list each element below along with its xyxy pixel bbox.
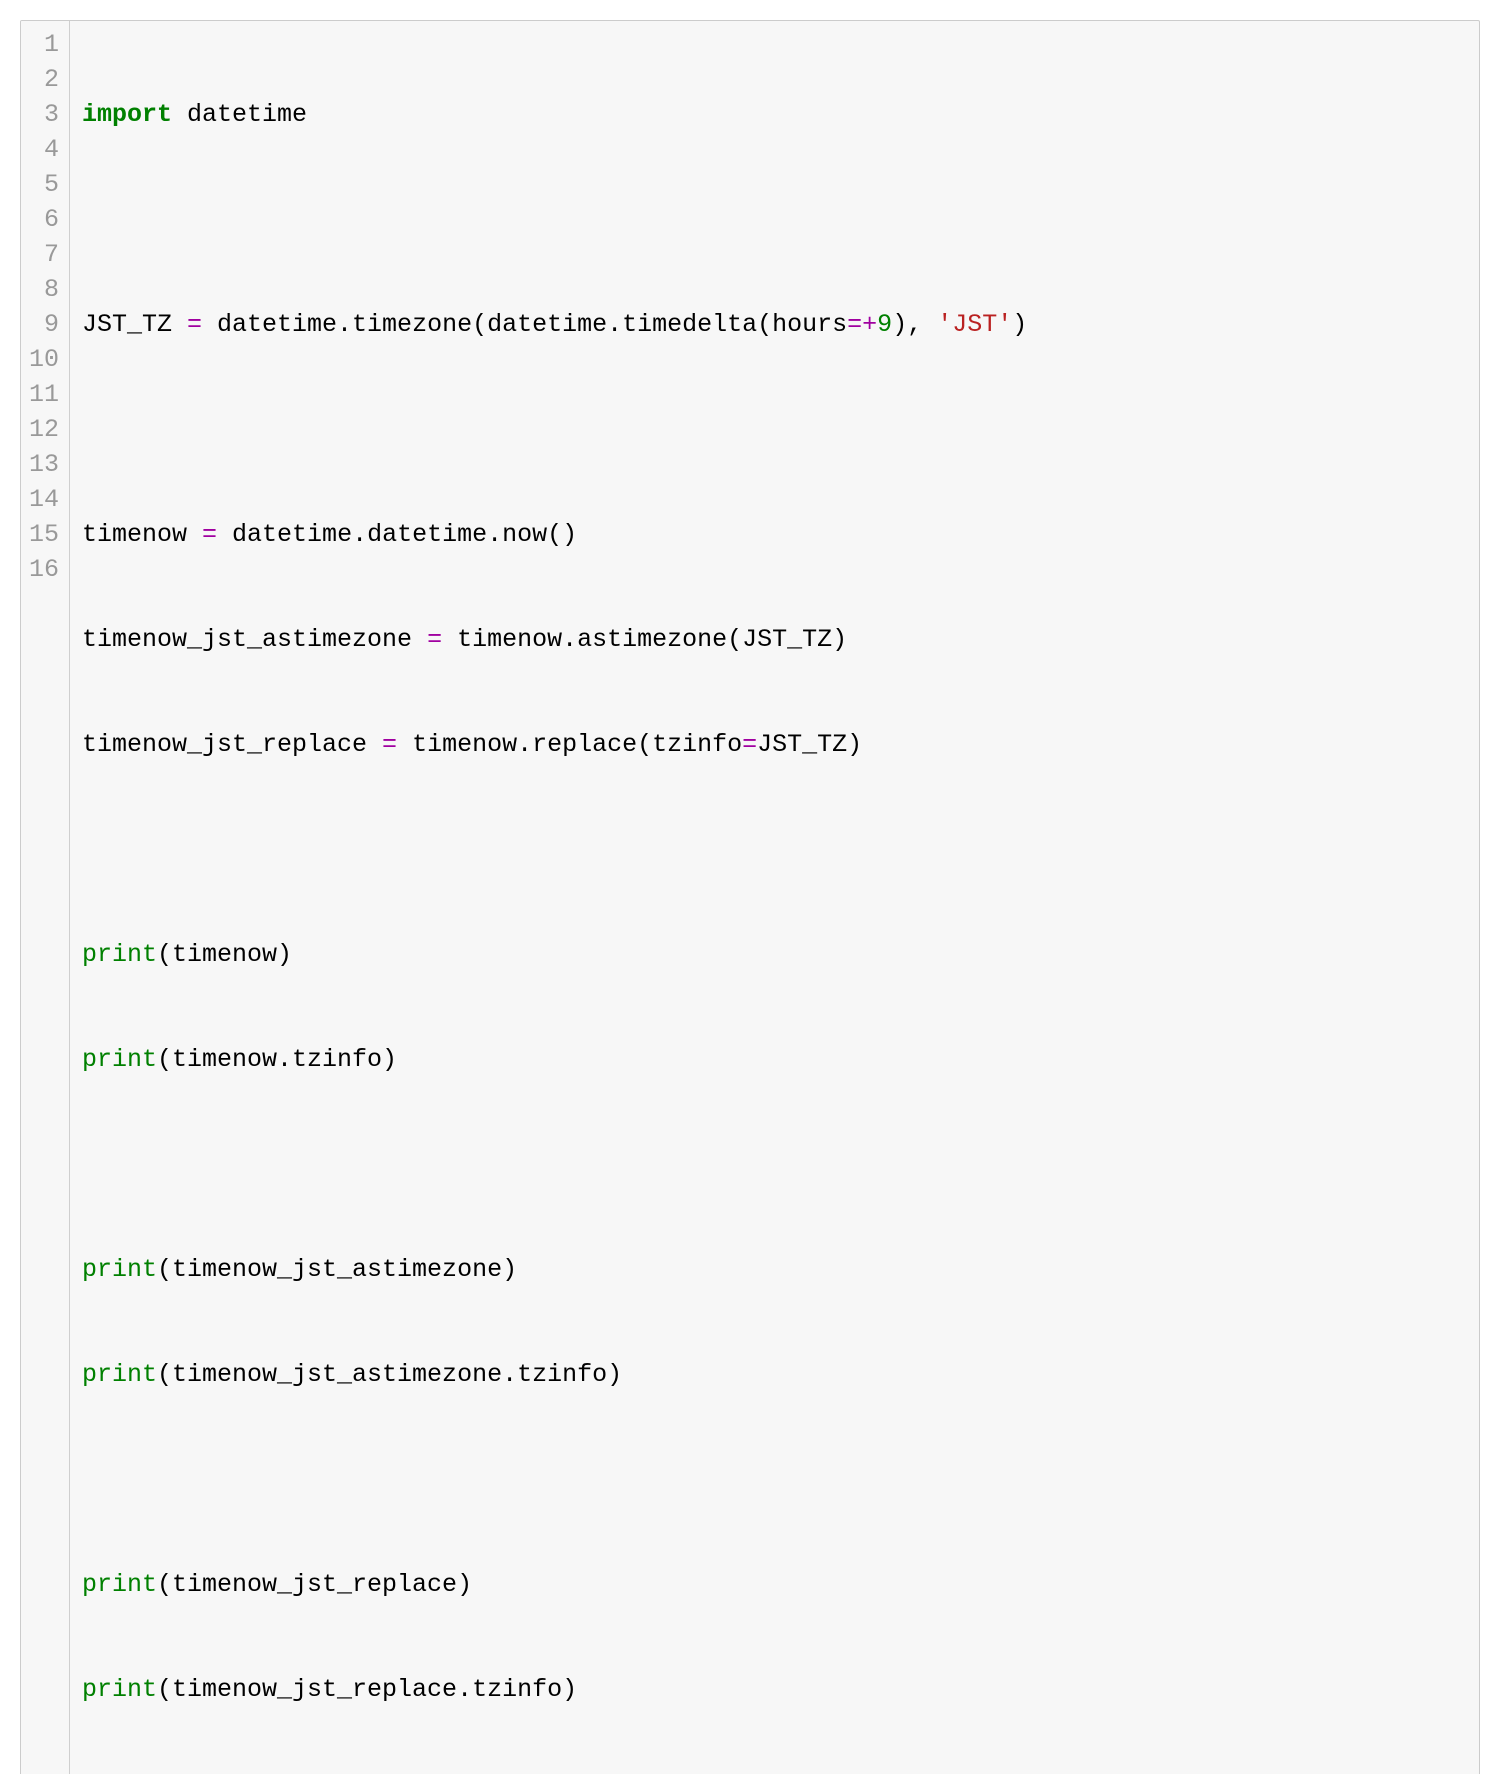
operator-equals: =	[847, 310, 862, 339]
operator-plus: +	[862, 310, 877, 339]
code-text: (timenow.tzinfo)	[157, 1045, 397, 1074]
code-line: print(timenow.tzinfo)	[82, 1042, 1467, 1077]
line-number: 2	[21, 62, 69, 97]
line-number: 16	[21, 552, 69, 587]
code-line	[82, 202, 1467, 237]
line-number: 14	[21, 482, 69, 517]
code-text	[172, 100, 187, 129]
builtin-print: print	[82, 940, 157, 969]
builtin-print: print	[82, 1255, 157, 1284]
code-line: print(timenow_jst_replace)	[82, 1567, 1467, 1602]
code-line: print(timenow)	[82, 937, 1467, 972]
code-line	[82, 1147, 1467, 1182]
line-number: 6	[21, 202, 69, 237]
module-name: datetime	[187, 100, 307, 129]
code-text: (timenow_jst_astimezone)	[157, 1255, 517, 1284]
operator-equals: =	[742, 730, 757, 759]
operator-assign: =	[187, 520, 232, 549]
code-line: print(timenow_jst_astimezone.tzinfo)	[82, 1357, 1467, 1392]
code-text: ),	[892, 310, 937, 339]
line-number: 7	[21, 237, 69, 272]
line-number: 4	[21, 132, 69, 167]
operator-assign: =	[412, 625, 457, 654]
code-text: )	[1012, 310, 1027, 339]
line-number: 3	[21, 97, 69, 132]
operator-assign: =	[172, 310, 217, 339]
builtin-print: print	[82, 1045, 157, 1074]
line-number: 10	[21, 342, 69, 377]
line-number: 13	[21, 447, 69, 482]
line-number: 9	[21, 307, 69, 342]
code-text: (timenow_jst_replace)	[157, 1570, 472, 1599]
line-number: 11	[21, 377, 69, 412]
string-literal: 'JST'	[937, 310, 1012, 339]
line-number: 15	[21, 517, 69, 552]
code-text: JST_TZ)	[757, 730, 862, 759]
builtin-print: print	[82, 1570, 157, 1599]
code-text: timenow.replace(tzinfo	[412, 730, 742, 759]
code-cell: 1 2 3 4 5 6 7 8 9 10 11 12 13 14 15 16 i…	[20, 20, 1480, 1774]
number-literal: 9	[877, 310, 892, 339]
line-number: 5	[21, 167, 69, 202]
code-text: timenow.astimezone(JST_TZ)	[457, 625, 847, 654]
code-line: import datetime	[82, 97, 1467, 132]
builtin-print: print	[82, 1360, 157, 1389]
builtin-print: print	[82, 1675, 157, 1704]
line-number: 8	[21, 272, 69, 307]
code-line	[82, 832, 1467, 867]
code-content[interactable]: import datetime JST_TZ = datetime.timezo…	[70, 21, 1479, 1774]
code-line: timenow = datetime.datetime.now()	[82, 517, 1467, 552]
code-line	[82, 412, 1467, 447]
identifier: timenow_jst_replace	[82, 730, 367, 759]
identifier: JST_TZ	[82, 310, 172, 339]
line-number-gutter: 1 2 3 4 5 6 7 8 9 10 11 12 13 14 15 16	[21, 21, 70, 1774]
line-number: 1	[21, 27, 69, 62]
code-line: timenow_jst_replace = timenow.replace(tz…	[82, 727, 1467, 762]
identifier: timenow_jst_astimezone	[82, 625, 412, 654]
code-text: (timenow)	[157, 940, 292, 969]
code-line: print(timenow_jst_replace.tzinfo)	[82, 1672, 1467, 1707]
identifier: timenow	[82, 520, 187, 549]
code-text: datetime.datetime.now()	[232, 520, 577, 549]
code-line: timenow_jst_astimezone = timenow.astimez…	[82, 622, 1467, 657]
code-text: (timenow_jst_astimezone.tzinfo)	[157, 1360, 622, 1389]
code-line: JST_TZ = datetime.timezone(datetime.time…	[82, 307, 1467, 342]
code-text: (timenow_jst_replace.tzinfo)	[157, 1675, 577, 1704]
code-line: print(timenow_jst_astimezone)	[82, 1252, 1467, 1287]
code-line	[82, 1462, 1467, 1497]
line-number: 12	[21, 412, 69, 447]
keyword-import: import	[82, 100, 172, 129]
code-text: datetime.timezone(datetime.timedelta(hou…	[217, 310, 847, 339]
operator-assign: =	[367, 730, 412, 759]
